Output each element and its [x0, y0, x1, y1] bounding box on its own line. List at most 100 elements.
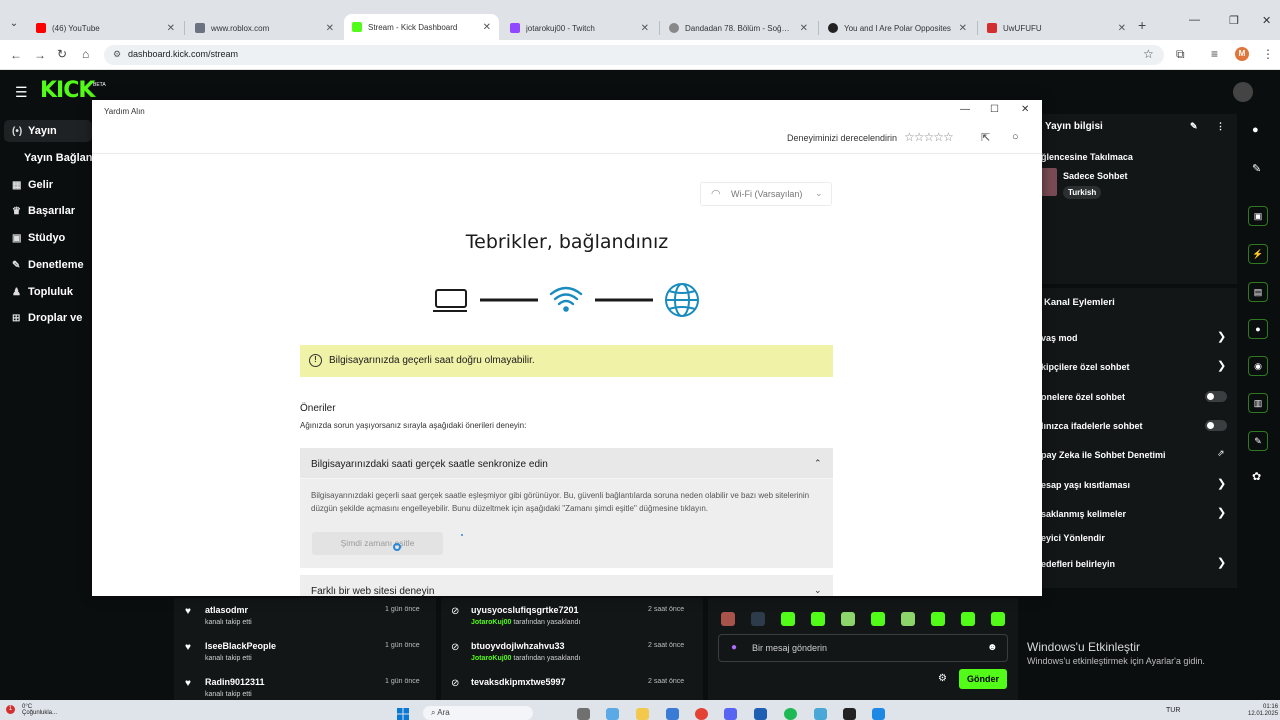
obs-icon[interactable] [843, 708, 856, 720]
windows-start-icon[interactable] [397, 707, 409, 720]
close-tab-icon[interactable]: ✕ [641, 23, 649, 34]
emote-icon[interactable] [961, 612, 975, 626]
emote-icon[interactable] [871, 612, 885, 626]
discord-icon[interactable] [724, 708, 737, 720]
menu-dots-icon[interactable]: ⋮ [1262, 47, 1274, 61]
emote-icon[interactable] [811, 612, 825, 626]
extensions-icon[interactable]: ⧉ [1176, 47, 1185, 62]
layout-icon[interactable]: ▥ [1248, 393, 1268, 413]
emote-icon[interactable] [991, 612, 1005, 626]
camera-icon[interactable]: ▣ [1248, 206, 1268, 226]
chevron-right-icon[interactable]: ❯ [1217, 330, 1226, 343]
sidebar-item-droplar[interactable]: ⊞ Droplar ve [12, 312, 82, 324]
follower-name[interactable]: Radin9012311 [205, 677, 265, 687]
chrome-icon[interactable] [695, 708, 708, 720]
tab-kick-dashboard[interactable]: Stream - Kick Dashboard ✕ [344, 14, 499, 40]
close-tab-icon[interactable]: ✕ [167, 23, 175, 34]
rating-stars[interactable]: ☆☆☆☆☆ [904, 130, 954, 144]
settings-icon[interactable]: ○ [1012, 131, 1019, 143]
settings-icon[interactable]: ⚙ [938, 673, 947, 684]
chevron-right-icon[interactable]: ❯ [1217, 359, 1226, 372]
banned-user-name[interactable]: btuoyvdojlwhzahvu33 [471, 641, 565, 651]
chat-bubble-icon[interactable]: ● [1248, 319, 1268, 339]
address-bar[interactable] [104, 45, 1164, 65]
address-url[interactable]: dashboard.kick.com/stream [128, 49, 238, 59]
close-tab-icon[interactable]: ✕ [1118, 23, 1126, 34]
chevron-right-icon[interactable]: ❯ [1217, 506, 1226, 519]
sidebar-item-yayin[interactable]: (•) Yayın [12, 125, 57, 137]
channel-action-item[interactable]: kipçilere özel sohbet [1041, 362, 1130, 372]
language-indicator[interactable]: TUR [1166, 707, 1180, 714]
follower-name[interactable]: IseeBlackPeople [205, 641, 276, 651]
store-icon[interactable] [666, 708, 679, 720]
microphone-icon[interactable]: ● [731, 642, 737, 653]
forward-icon[interactable]: → [34, 48, 46, 62]
tab-search-icon[interactable]: ⌄ [6, 16, 22, 32]
tab-roblox[interactable]: www.roblox.com ✕ [187, 17, 342, 39]
sidebar-item-basarilar[interactable]: ♛ Başarılar [12, 205, 75, 217]
bolt-icon[interactable]: ⚡ [1248, 244, 1268, 264]
sidebar-item-denetleme[interactable]: ✎ Denetleme [12, 259, 84, 271]
external-link-icon[interactable]: ⇗ [1217, 448, 1225, 459]
banned-user-name[interactable]: tevaksdkipmxtwe5997 [471, 677, 566, 687]
send-button[interactable]: Gönder [959, 669, 1007, 689]
pencil-icon[interactable]: ✎ [1252, 162, 1261, 175]
sidebar-item-studyo[interactable]: ▣ Stüdyo [12, 232, 65, 244]
close-tab-icon[interactable]: ✕ [483, 22, 491, 33]
accordion-header[interactable]: Bilgisayarınızdaki saati gerçek saatle s… [300, 448, 833, 479]
network-selector[interactable]: ◠ Wi-Fi (Varsayılan) ⌄ [700, 182, 832, 206]
emote-icon[interactable] [721, 612, 735, 626]
emote-icon[interactable] [901, 612, 915, 626]
subscriber-only-toggle[interactable] [1205, 391, 1227, 402]
reading-list-icon[interactable]: ≡ [1211, 47, 1218, 61]
close-window-icon[interactable]: ✕ [1021, 104, 1029, 115]
channel-action-item[interactable]: pay Zeka ile Sohbet Denetimi [1041, 450, 1166, 460]
edit-icon[interactable]: ✎ [1190, 121, 1198, 132]
file-explorer-icon[interactable] [636, 708, 649, 720]
broadcast-icon[interactable]: ◉ [1248, 356, 1268, 376]
site-info-icon[interactable]: ⚙ [113, 49, 121, 60]
spotify-icon[interactable] [784, 708, 797, 720]
close-window-icon[interactable]: ✕ [1262, 14, 1271, 27]
tab-youtube[interactable]: (46) YouTube ✕ [28, 17, 183, 39]
tab-uwufufu[interactable]: UwUFUFU ✕ [979, 17, 1134, 39]
app-icon[interactable] [814, 708, 827, 720]
wrench-icon[interactable]: ✎ [1248, 431, 1268, 451]
system-clock[interactable]: 01:16 12.01.2025 [1248, 704, 1278, 718]
kick-logo[interactable]: KICK [40, 78, 95, 103]
emote-icon[interactable] [931, 612, 945, 626]
follower-name[interactable]: atlasodmr [205, 605, 248, 615]
info-icon[interactable]: ● [1252, 124, 1259, 136]
task-view-icon[interactable] [577, 708, 590, 720]
sidebar-item-gelir[interactable]: ▦ Gelir [12, 179, 53, 191]
weather-widget[interactable]: 0°C Çoğunlukla... [22, 704, 57, 716]
chevron-right-icon[interactable]: ❯ [1217, 477, 1226, 490]
app-icon[interactable] [754, 708, 767, 720]
reload-icon[interactable]: ↻ [57, 47, 67, 61]
back-icon[interactable]: ← [10, 48, 22, 62]
profile-avatar[interactable]: M [1235, 47, 1249, 61]
community-icon[interactable]: ✿ [1252, 470, 1261, 483]
app-icon[interactable] [872, 708, 885, 720]
close-tab-icon[interactable]: ✕ [326, 23, 334, 34]
minimize-icon[interactable]: — [960, 104, 970, 115]
sync-now-button[interactable]: Şimdi zamanı eşitle [312, 532, 443, 555]
menu-icon[interactable]: ☰ [15, 84, 28, 101]
emoji-icon[interactable]: ☻ [987, 642, 998, 653]
copilot-icon[interactable] [606, 708, 619, 720]
share-icon[interactable]: ⇱ [981, 131, 990, 144]
chevron-right-icon[interactable]: ❯ [1217, 556, 1226, 569]
channel-action-item[interactable]: saklanmış kelimeler [1041, 509, 1126, 519]
tab-twitch[interactable]: jotarokuj00 - Twitch ✕ [502, 17, 657, 39]
close-tab-icon[interactable]: ✕ [800, 23, 808, 34]
minimize-icon[interactable]: — [1189, 14, 1200, 26]
close-tab-icon[interactable]: ✕ [959, 23, 967, 34]
bookmark-star-icon[interactable]: ☆ [1143, 47, 1154, 61]
home-icon[interactable]: ⌂ [82, 47, 89, 61]
banned-user-name[interactable]: uyusyocslufiqsgrtke7201 [471, 605, 579, 615]
sidebar-item-yayin-baglanti[interactable]: Yayın Bağlant [24, 152, 96, 164]
emote-icon[interactable] [841, 612, 855, 626]
tab-polar-opposites[interactable]: You and I Are Polar Opposites ✕ [820, 17, 975, 39]
channel-action-item[interactable]: eyici Yönlendir [1041, 533, 1105, 543]
channel-action-item[interactable]: vaş mod [1041, 333, 1078, 343]
